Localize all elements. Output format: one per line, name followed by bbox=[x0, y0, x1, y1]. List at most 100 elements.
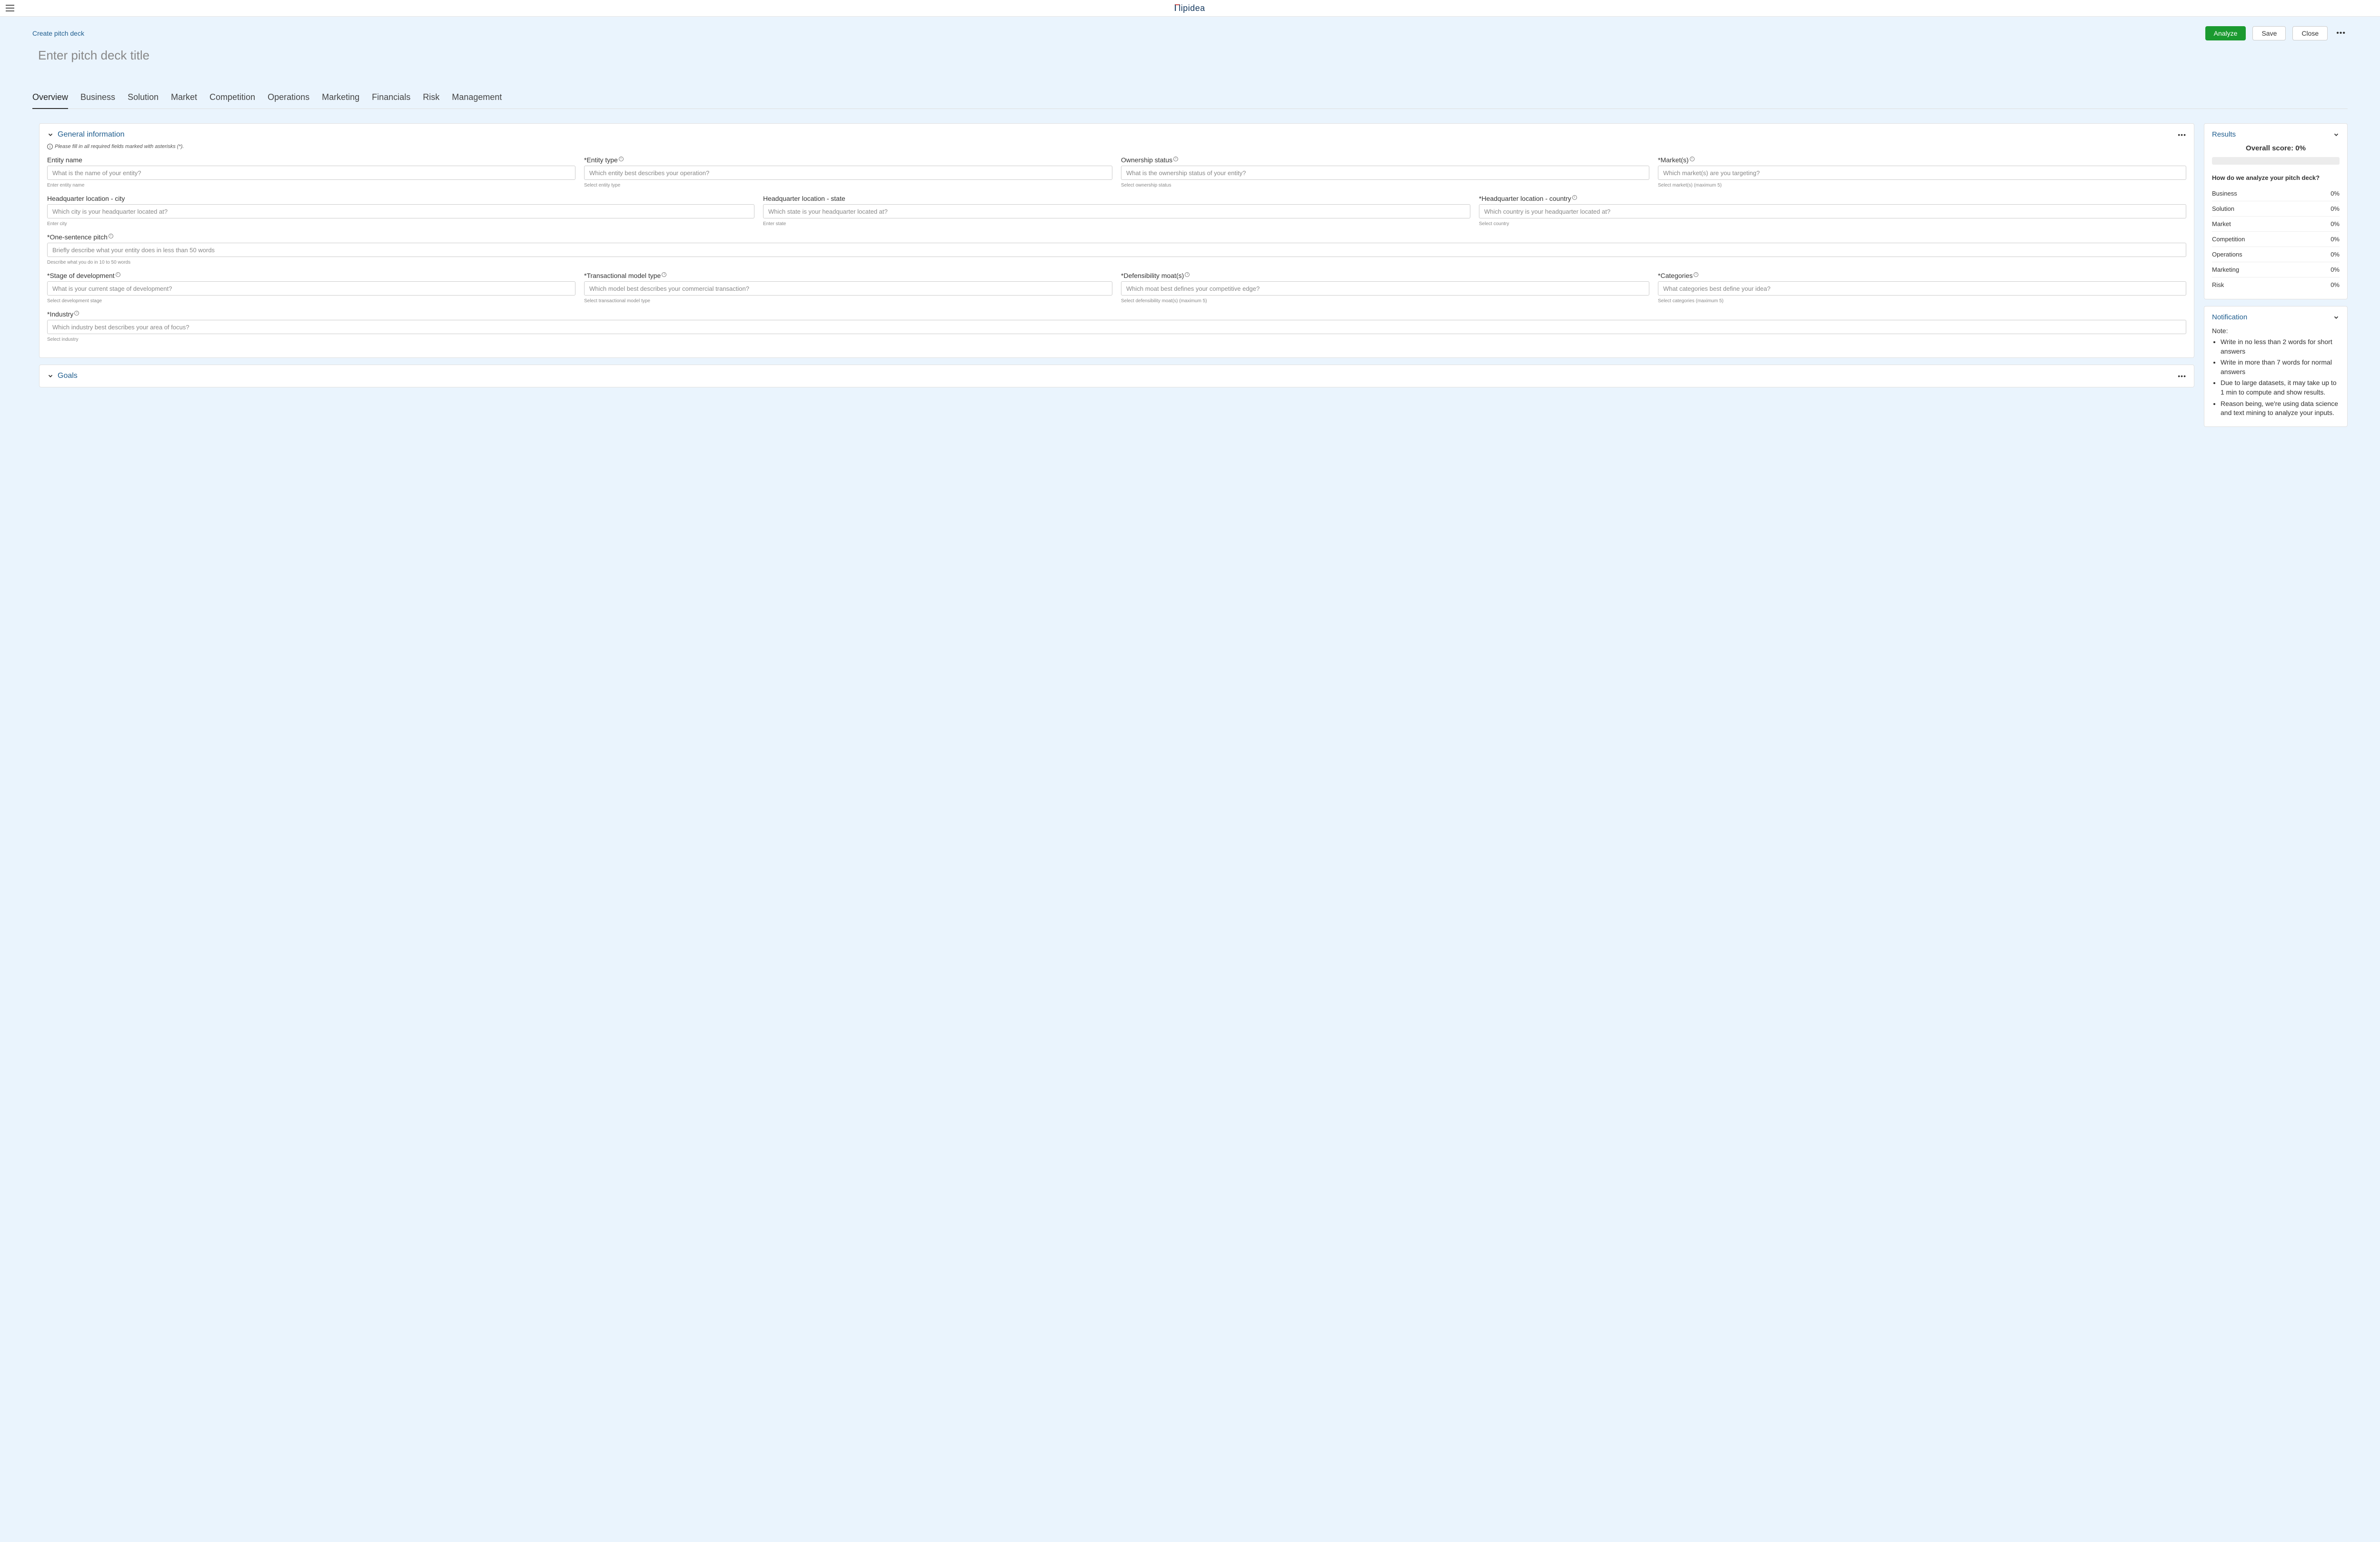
note-item: Reason being, we're using data science a… bbox=[2221, 399, 2340, 418]
score-row-competition: Competition0% bbox=[2212, 232, 2340, 247]
tab-operations[interactable]: Operations bbox=[268, 88, 309, 109]
brand-logo: lipidea bbox=[1175, 3, 1205, 13]
note-list: Write in no less than 2 words for short … bbox=[2212, 337, 2340, 418]
info-icon: i bbox=[74, 311, 79, 316]
tab-financials[interactable]: Financials bbox=[372, 88, 410, 109]
overall-score-progress bbox=[2212, 157, 2340, 165]
moat-input[interactable] bbox=[1121, 281, 1649, 296]
info-icon: i bbox=[116, 272, 120, 277]
entity-type-hint: Select entity type bbox=[584, 183, 1112, 188]
hq-city-input[interactable] bbox=[47, 204, 754, 218]
goals-title: Goals bbox=[58, 372, 78, 380]
entity-name-hint: Enter entity name bbox=[47, 183, 575, 188]
categories-hint: Select categories (maximum 5) bbox=[1658, 298, 2186, 304]
hq-country-input[interactable] bbox=[1479, 204, 2186, 218]
stage-hint: Select development stage bbox=[47, 298, 575, 304]
industry-input[interactable] bbox=[47, 320, 2186, 334]
transactional-input[interactable] bbox=[584, 281, 1112, 296]
tabs-bar: Overview Business Solution Market Compet… bbox=[32, 88, 2348, 109]
score-row-operations: Operations0% bbox=[2212, 247, 2340, 262]
chevron-down-icon[interactable] bbox=[2333, 314, 2340, 321]
note-item: Due to large datasets, it may take up to… bbox=[2221, 378, 2340, 397]
save-button[interactable]: Save bbox=[2252, 26, 2286, 40]
ownership-status-hint: Select ownership status bbox=[1121, 183, 1649, 188]
ownership-status-label: Ownership statusi bbox=[1121, 156, 1649, 164]
notification-title: Notification bbox=[2212, 313, 2247, 321]
analyze-button[interactable]: Analyze bbox=[2205, 26, 2246, 40]
section-more-icon[interactable]: ••• bbox=[2178, 372, 2186, 380]
hq-city-hint: Enter city bbox=[47, 221, 754, 227]
general-info-title: General information bbox=[58, 130, 125, 139]
moat-hint: Select defensibility moat(s) (maximum 5) bbox=[1121, 298, 1649, 304]
tab-overview[interactable]: Overview bbox=[32, 88, 68, 109]
score-row-solution: Solution0% bbox=[2212, 201, 2340, 217]
general-information-card: General information ••• i Please fill in… bbox=[39, 123, 2194, 358]
score-row-business: Business0% bbox=[2212, 186, 2340, 201]
hq-country-label: *Headquarter location - countryi bbox=[1479, 195, 2186, 202]
info-icon: i bbox=[1173, 157, 1178, 161]
section-more-icon[interactable]: ••• bbox=[2178, 131, 2186, 138]
note-item: Write in no less than 2 words for short … bbox=[2221, 337, 2340, 356]
markets-label: *Market(s)i bbox=[1658, 156, 2186, 164]
breadcrumb: Create pitch deck bbox=[32, 30, 84, 37]
tab-marketing[interactable]: Marketing bbox=[322, 88, 359, 109]
entity-type-label: *Entity typei bbox=[584, 156, 1112, 164]
notification-card: Notification Note: Write in no less than… bbox=[2204, 306, 2348, 427]
results-card: Results Overall score: 0% How do we anal… bbox=[2204, 123, 2348, 299]
categories-label: *Categoriesi bbox=[1658, 272, 2186, 279]
markets-hint: Select market(s) (maximum 5) bbox=[1658, 183, 2186, 188]
tab-competition[interactable]: Competition bbox=[209, 88, 255, 109]
transactional-label: *Transactional model typei bbox=[584, 272, 1112, 279]
chevron-down-icon[interactable] bbox=[47, 131, 54, 138]
close-button[interactable]: Close bbox=[2292, 26, 2328, 40]
note-item: Write in more than 7 words for normal an… bbox=[2221, 358, 2340, 376]
hq-state-hint: Enter state bbox=[763, 221, 1470, 227]
tab-market[interactable]: Market bbox=[171, 88, 197, 109]
info-icon: i bbox=[619, 157, 624, 161]
tab-solution[interactable]: Solution bbox=[128, 88, 159, 109]
tab-management[interactable]: Management bbox=[452, 88, 502, 109]
info-icon: i bbox=[662, 272, 666, 277]
ownership-status-input[interactable] bbox=[1121, 166, 1649, 180]
pitch-input[interactable] bbox=[47, 243, 2186, 257]
overall-score-label: Overall score: 0% bbox=[2212, 144, 2340, 152]
markets-input[interactable] bbox=[1658, 166, 2186, 180]
info-icon: i bbox=[109, 234, 113, 238]
chevron-down-icon[interactable] bbox=[2333, 131, 2340, 138]
info-icon: i bbox=[1694, 272, 1698, 277]
hq-state-label: Headquarter location - state bbox=[763, 195, 1470, 202]
hq-city-label: Headquarter location - city bbox=[47, 195, 754, 202]
tab-risk[interactable]: Risk bbox=[423, 88, 439, 109]
moat-label: *Defensibility moat(s)i bbox=[1121, 272, 1649, 279]
required-note: i Please fill in all required fields mar… bbox=[47, 144, 2186, 149]
chevron-down-icon[interactable] bbox=[47, 373, 54, 379]
hq-state-input[interactable] bbox=[763, 204, 1470, 218]
info-icon: i bbox=[1185, 272, 1190, 277]
industry-label: *Industryi bbox=[47, 310, 2186, 318]
info-icon: i bbox=[1572, 195, 1577, 200]
transactional-hint: Select transactional model type bbox=[584, 298, 1112, 304]
pitch-hint: Describe what you do in 10 to 50 words bbox=[47, 260, 2186, 265]
goals-card: Goals ••• bbox=[39, 365, 2194, 387]
entity-name-label: Entity name bbox=[47, 156, 575, 164]
pitch-deck-title-input[interactable] bbox=[32, 46, 318, 65]
more-actions-icon[interactable]: ••• bbox=[2334, 27, 2348, 40]
tab-business[interactable]: Business bbox=[80, 88, 115, 109]
hamburger-icon[interactable] bbox=[6, 5, 14, 11]
industry-hint: Select industry bbox=[47, 337, 2186, 342]
pitch-label: *One-sentence pitchi bbox=[47, 233, 2186, 241]
score-list: Business0% Solution0% Market0% Competiti… bbox=[2212, 186, 2340, 292]
analyze-question: How do we analyze your pitch deck? bbox=[2212, 174, 2340, 181]
note-label: Note: bbox=[2212, 327, 2340, 335]
entity-type-input[interactable] bbox=[584, 166, 1112, 180]
entity-name-input[interactable] bbox=[47, 166, 575, 180]
info-icon: i bbox=[47, 144, 53, 149]
stage-label: *Stage of developmenti bbox=[47, 272, 575, 279]
hq-country-hint: Select country bbox=[1479, 221, 2186, 227]
score-row-marketing: Marketing0% bbox=[2212, 262, 2340, 277]
info-icon: i bbox=[1690, 157, 1695, 161]
logo-text: lipidea bbox=[1179, 3, 1205, 13]
categories-input[interactable] bbox=[1658, 281, 2186, 296]
stage-input[interactable] bbox=[47, 281, 575, 296]
score-row-risk: Risk0% bbox=[2212, 277, 2340, 292]
